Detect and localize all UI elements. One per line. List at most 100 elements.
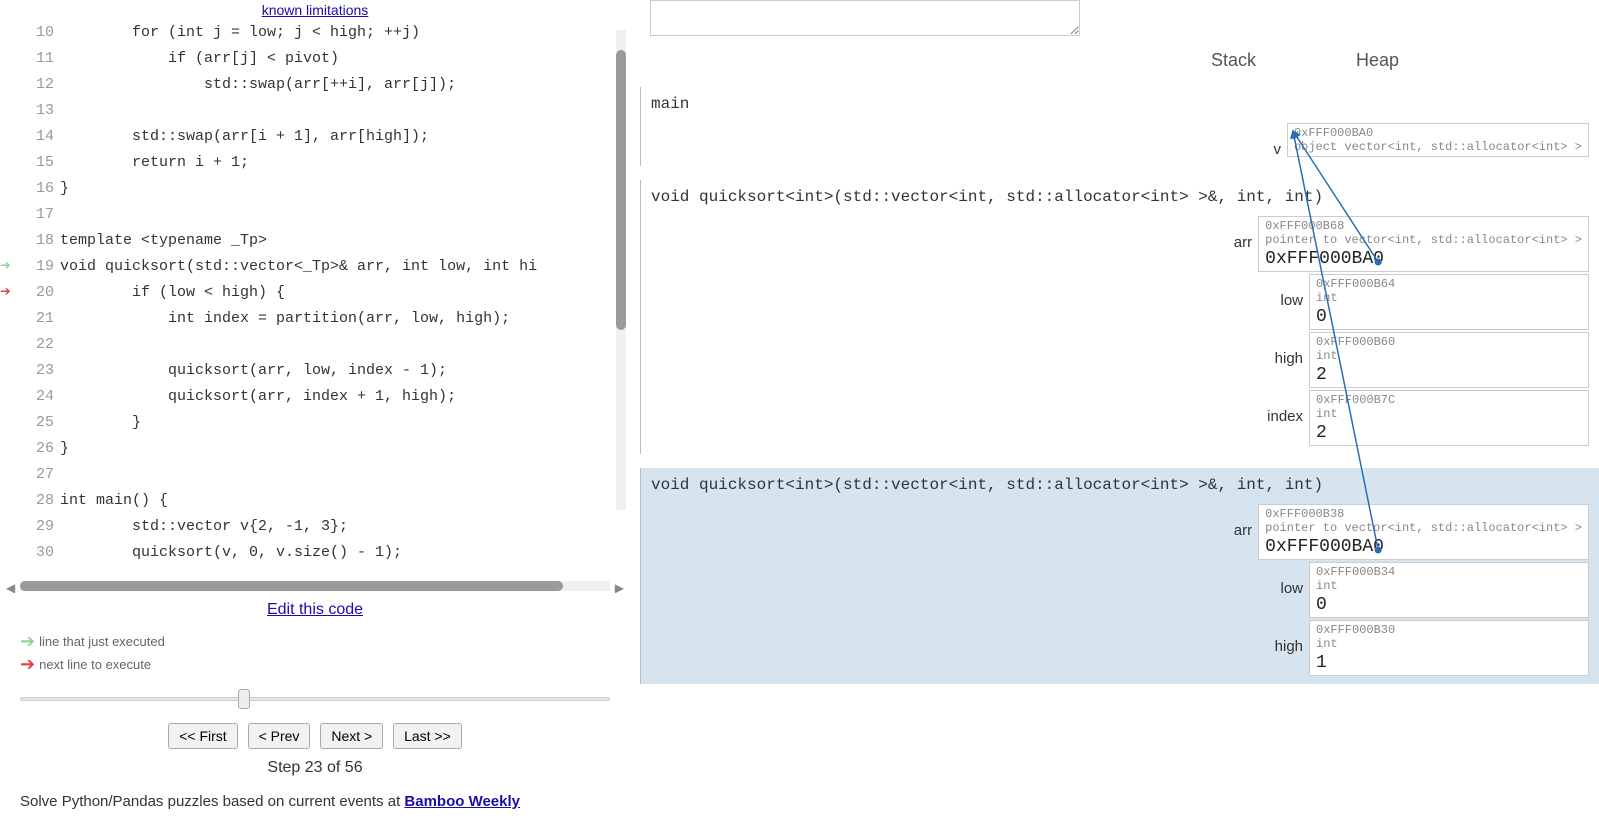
code-line: 25 } bbox=[0, 410, 630, 436]
step-slider[interactable] bbox=[20, 689, 610, 709]
var-value: 0xFFF000BA0 bbox=[1265, 535, 1582, 557]
var-box: 0xFFF000B38pointer to vector<int, std::a… bbox=[1258, 504, 1589, 560]
line-number: 14 bbox=[22, 124, 60, 150]
var-box: 0xFFF000B64int0 bbox=[1309, 274, 1589, 330]
line-number: 28 bbox=[22, 488, 60, 514]
var-type: pointer to vector<int, std::allocator<in… bbox=[1265, 521, 1582, 535]
code-text: quicksort(v, 0, v.size() - 1); bbox=[60, 540, 402, 566]
bamboo-link[interactable]: Bamboo Weekly bbox=[404, 793, 520, 810]
horizontal-scroll-thumb[interactable] bbox=[20, 581, 563, 591]
line-number: 21 bbox=[22, 306, 60, 332]
code-text: quicksort(arr, low, index - 1); bbox=[60, 358, 447, 384]
var-name: high bbox=[1275, 620, 1309, 655]
var-row: index0xFFF000B7Cint2 bbox=[651, 390, 1589, 446]
var-value: 0 bbox=[1316, 593, 1582, 615]
step-label: Step 23 of 56 bbox=[0, 755, 630, 781]
vertical-scrollbar[interactable] bbox=[616, 30, 626, 510]
var-name: v bbox=[1273, 123, 1287, 158]
line-number: 22 bbox=[22, 332, 60, 358]
var-address: 0xFFF000B68 bbox=[1265, 219, 1582, 233]
code-text: std::swap(arr[++i], arr[j]); bbox=[60, 72, 456, 98]
arrow-next-line-icon: ➔ bbox=[0, 283, 11, 303]
legend-just-executed: line that just executed bbox=[39, 634, 165, 649]
line-number: 10 bbox=[22, 20, 60, 46]
code-line: 13 bbox=[0, 98, 630, 124]
var-type: int bbox=[1316, 579, 1582, 593]
var-value: 0xFFF000BA0 bbox=[1265, 247, 1582, 269]
code-text: int main() { bbox=[60, 488, 168, 514]
code-line: 10 for (int j = low; j < high; ++j) bbox=[0, 20, 630, 46]
code-line: 30 quicksort(v, 0, v.size() - 1); bbox=[0, 540, 630, 566]
var-box: 0xFFF000B7Cint2 bbox=[1309, 390, 1589, 446]
line-number: 19 bbox=[22, 254, 60, 280]
code-line: 18template <typename _Tp> bbox=[0, 228, 630, 254]
line-number: 26 bbox=[22, 436, 60, 462]
line-number: 23 bbox=[22, 358, 60, 384]
line-number: 17 bbox=[22, 202, 60, 228]
known-limitations-link[interactable]: known limitations bbox=[0, 0, 630, 20]
code-line: 14 std::swap(arr[i + 1], arr[high]); bbox=[0, 124, 630, 150]
stack-frame: mainv0xFFF000BA0object vector<int, std::… bbox=[640, 87, 1599, 166]
var-address: 0xFFF000B38 bbox=[1265, 507, 1582, 521]
var-address: 0xFFF000B60 bbox=[1316, 335, 1582, 349]
code-line: 22 bbox=[0, 332, 630, 358]
code-text: for (int j = low; j < high; ++j) bbox=[60, 20, 420, 46]
slider-thumb[interactable] bbox=[238, 689, 250, 709]
line-number: 12 bbox=[22, 72, 60, 98]
horizontal-scrollbar[interactable] bbox=[20, 581, 610, 591]
line-number: 24 bbox=[22, 384, 60, 410]
promo-text: Solve Python/Pandas puzzles based on cur… bbox=[0, 781, 630, 822]
code-line: 26} bbox=[0, 436, 630, 462]
arrow-next-line-icon: ➔ bbox=[20, 654, 35, 675]
vertical-scroll-thumb[interactable] bbox=[616, 50, 626, 330]
next-button[interactable]: Next > bbox=[320, 723, 383, 749]
var-box: 0xFFF000BA0object vector<int, std::alloc… bbox=[1287, 123, 1589, 157]
scroll-right-arrow[interactable]: ▶ bbox=[615, 581, 624, 593]
scroll-left-arrow[interactable]: ◀ bbox=[6, 581, 15, 593]
var-row: arr0xFFF000B68pointer to vector<int, std… bbox=[651, 216, 1589, 272]
edit-code-link[interactable]: Edit this code bbox=[0, 593, 630, 627]
frame-title: void quicksort<int>(std::vector<int, std… bbox=[651, 186, 1599, 214]
var-row: low0xFFF000B64int0 bbox=[651, 274, 1589, 330]
code-line: 28int main() { bbox=[0, 488, 630, 514]
var-type: int bbox=[1316, 291, 1582, 305]
stdin-textarea[interactable] bbox=[650, 0, 1080, 36]
code-text: if (arr[j] < pivot) bbox=[60, 46, 339, 72]
arrow-just-executed-icon: ➔ bbox=[20, 631, 35, 652]
slider-track bbox=[20, 697, 610, 701]
var-name: index bbox=[1267, 390, 1309, 425]
var-type: int bbox=[1316, 637, 1582, 651]
last-button[interactable]: Last >> bbox=[393, 723, 462, 749]
code-text: return i + 1; bbox=[60, 150, 249, 176]
var-row: arr0xFFF000B38pointer to vector<int, std… bbox=[651, 504, 1589, 560]
code-text: void quicksort(std::vector<_Tp>& arr, in… bbox=[60, 254, 537, 280]
code-text: int index = partition(arr, low, high); bbox=[60, 306, 510, 332]
code-line: 29 std::vector v{2, -1, 3}; bbox=[0, 514, 630, 540]
stack-column-label: Stack bbox=[1211, 50, 1256, 71]
var-address: 0xFFF000BA0 bbox=[1294, 126, 1582, 140]
var-address: 0xFFF000B7C bbox=[1316, 393, 1582, 407]
code-line: ➔ 19void quicksort(std::vector<_Tp>& arr,… bbox=[0, 254, 630, 280]
code-line: 17 bbox=[0, 202, 630, 228]
var-name: low bbox=[1280, 562, 1309, 597]
var-box: 0xFFF000B60int2 bbox=[1309, 332, 1589, 388]
first-button[interactable]: << First bbox=[168, 723, 237, 749]
line-number: 27 bbox=[22, 462, 60, 488]
code-text: } bbox=[60, 436, 69, 462]
prev-button[interactable]: < Prev bbox=[248, 723, 311, 749]
var-type: int bbox=[1316, 349, 1582, 363]
code-line: ➔20 if (low < high) { bbox=[0, 280, 630, 306]
arrow-just-executed-icon: ➔ bbox=[0, 257, 11, 277]
code-viewer[interactable]: 10 for (int j = low; j < high; ++j)11 if… bbox=[0, 20, 630, 593]
code-line: 12 std::swap(arr[++i], arr[j]); bbox=[0, 72, 630, 98]
var-name: arr bbox=[1234, 504, 1258, 539]
frame-title: main bbox=[651, 93, 1599, 121]
var-type: int bbox=[1316, 407, 1582, 421]
line-number: 25 bbox=[22, 410, 60, 436]
var-value: 2 bbox=[1316, 363, 1582, 385]
code-line: 23 quicksort(arr, low, index - 1); bbox=[0, 358, 630, 384]
var-value: 1 bbox=[1316, 651, 1582, 673]
line-number: 11 bbox=[22, 46, 60, 72]
var-row: low0xFFF000B34int0 bbox=[651, 562, 1589, 618]
code-text: } bbox=[60, 410, 141, 436]
